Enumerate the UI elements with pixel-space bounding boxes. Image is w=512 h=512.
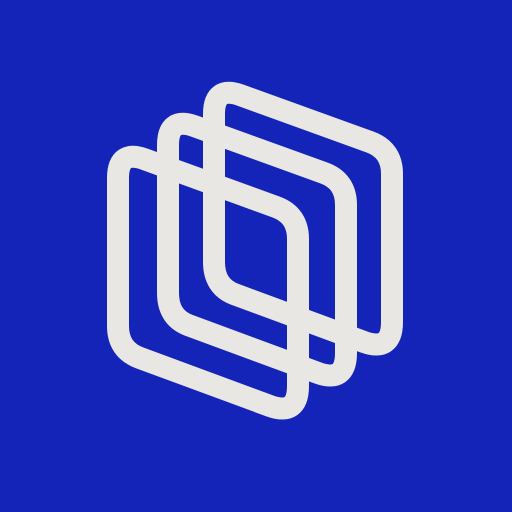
layered-rhombus-logo-icon (107, 81, 403, 420)
logo-middle-layer (157, 112, 357, 387)
app-icon-canvas (0, 0, 512, 512)
